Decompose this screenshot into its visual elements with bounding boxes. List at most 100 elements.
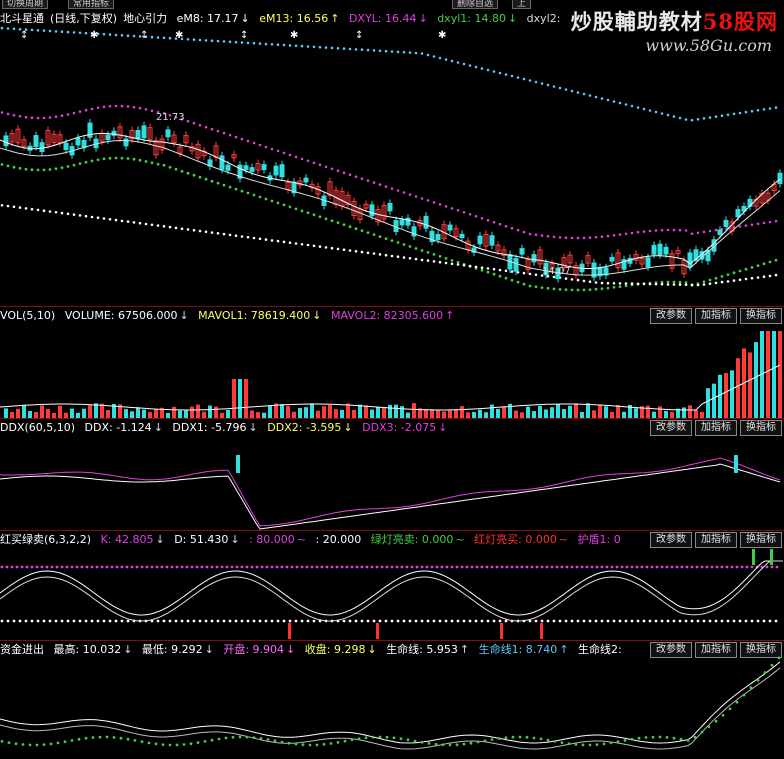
volume-bar [208,405,212,419]
volume-bar [394,404,398,419]
red-buy-signal [288,623,291,639]
volume-bar [490,404,494,419]
volume-bar [598,405,602,419]
candle-body [423,215,429,229]
volume-bar [310,403,314,419]
signal-marker: ↕ [355,30,363,41]
candle-body [225,164,231,171]
candle-body [435,233,441,241]
signal-marker: ↕ [240,30,248,41]
candle-body [165,129,171,138]
candle-body [135,129,141,140]
candle-body [645,257,651,268]
candle-body [123,138,129,147]
volume-chart[interactable] [0,307,784,419]
volume-bar [574,403,578,419]
candle-body [273,165,279,176]
switch-period-button[interactable]: 切换周期 [2,0,49,9]
volume-bar [730,370,734,419]
volume-bar [688,405,692,419]
candle-body [687,252,693,268]
candle-body [33,135,39,148]
low-price-label: 14.07 [542,266,571,277]
volume-bar [772,331,776,419]
zjjc-chart[interactable] [0,641,784,759]
ddx-chart[interactable] [0,419,784,531]
money-dots [0,656,781,747]
volume-bar [718,374,722,419]
candle-body [243,165,249,170]
candle-body [777,172,783,185]
life-line [0,661,781,744]
candle-body [489,235,495,246]
volume-bar [280,404,284,419]
volume-bar [706,388,710,419]
volume-bar [364,405,368,419]
volume-bar [736,358,740,419]
volume-bar [58,405,62,419]
signal-marker: ↕ [140,30,148,41]
volume-bar [388,404,392,419]
red-buy-signal [540,623,543,639]
k-line [0,560,783,616]
volume-bar [40,405,44,419]
candle-body [609,256,615,262]
d-line [0,560,783,622]
volume-bar [778,331,782,419]
vol-ma-line [0,364,781,411]
candle-body [531,254,537,263]
volume-bar [238,379,242,419]
volume-bar [412,403,416,419]
zjjc-panel: 资金进出 最高: 10.032 ↓ 最低: 9.292 ↓ 开盘: 9.904 ↓ 收… [0,640,784,759]
candle-body [303,177,309,183]
signal-marker: ✱ [175,30,183,41]
level-20-dots [0,619,778,623]
level-80-dots [0,565,779,569]
candle-body [717,229,723,235]
ddx-bar [236,455,240,473]
volume-bar [712,383,716,419]
vol-panel: VOL(5,10) VOLUME: 67506.000 ↓ MAVOL1: 786… [0,306,784,419]
delete-watchlist-button[interactable]: 删除自选 [452,0,499,9]
candle-body [399,219,405,226]
volume-bar [724,373,728,419]
candle-body [105,134,111,141]
candle-body [723,219,729,227]
high-price-label: 21.73 [156,112,185,123]
candle-body [735,209,741,218]
candle-body [657,243,663,256]
candle-body [447,224,453,231]
ddx-bar [734,455,738,473]
candle-body [279,164,285,178]
candle-body [651,244,657,255]
candle-body [513,258,519,272]
signal-marker: ↕ [20,30,28,41]
middle-band-dots [0,104,778,240]
green-sell-signal [770,549,773,565]
hmlm-chart[interactable] [0,531,784,641]
volume-bar [646,405,650,419]
volume-bar [328,405,332,419]
volume-bar [100,403,104,419]
volume-bar [556,403,560,419]
volume-bar [616,405,620,419]
candle-body [63,142,69,151]
ddx-panel: DDX(60,5,10) DDX: -1.124 ↓ DDX1: -5.796 ↓ … [0,418,784,531]
green-sell-signal [752,549,755,565]
candle-body [477,235,483,245]
candle-body [249,167,255,172]
candle-body [3,135,9,147]
main-price-chart[interactable]: ↕ ✱ ↕ ✱ ↕ ✱ ↕ ✱ [0,10,784,310]
common-indicators-button[interactable]: 常用指标 [68,0,115,9]
volume-bar [346,403,350,419]
life1-line [0,667,781,750]
volume-bar [22,405,26,419]
volume-bar [88,405,92,419]
volume-bar [244,379,248,419]
volume-bar [568,405,572,419]
candle-body [459,233,465,239]
prev-button[interactable]: 上 [512,0,532,9]
candle-body [387,202,393,212]
upper-band-dots [0,26,778,122]
signal-marker: ✱ [90,30,98,41]
